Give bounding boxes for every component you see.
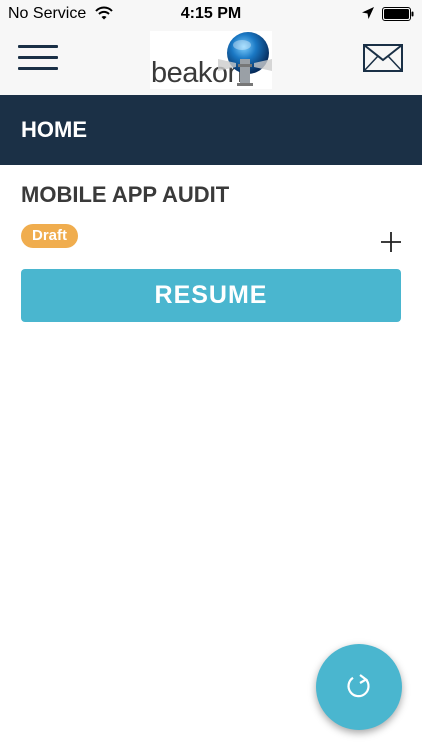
logo: beakon	[150, 31, 272, 89]
audit-title: MOBILE APP AUDIT	[21, 182, 230, 207]
page-title: HOME	[21, 117, 87, 142]
nav-bar: HOME	[0, 95, 422, 165]
resume-button[interactable]: RESUME	[21, 269, 401, 322]
mail-icon[interactable]	[363, 44, 403, 77]
menu-icon[interactable]	[18, 45, 58, 71]
refresh-icon	[347, 674, 370, 698]
status-badge: Draft	[21, 224, 79, 248]
clock: 4:15 PM	[180, 5, 242, 22]
refresh-button[interactable]	[316, 644, 402, 730]
app-header: beakon	[0, 28, 422, 95]
status-bar: No Service 4:15 PM	[0, 0, 422, 28]
lighthouse-globe-icon	[218, 32, 272, 86]
location-arrow-icon	[362, 7, 374, 25]
plus-icon[interactable]	[380, 231, 402, 258]
battery-icon	[382, 7, 414, 26]
